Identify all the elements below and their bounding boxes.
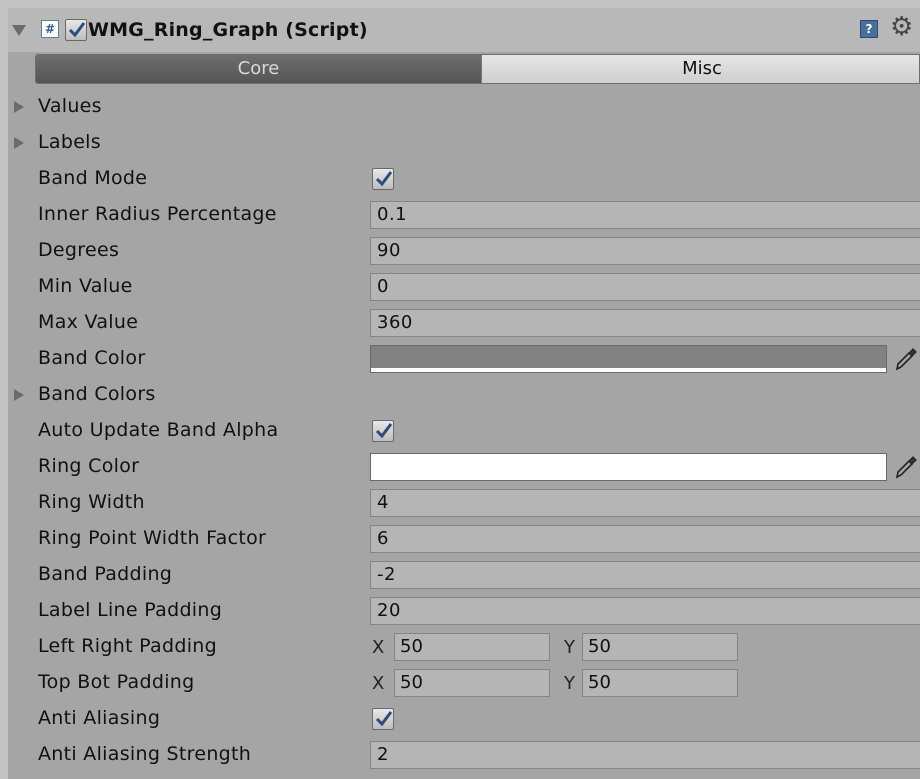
color-fill bbox=[371, 454, 886, 476]
min-value-row: Min Value 0 bbox=[8, 269, 920, 305]
field-label: Anti Aliasing bbox=[38, 707, 161, 729]
band-mode-checkbox[interactable] bbox=[372, 168, 394, 190]
left-right-padding-x-field[interactable]: 50 bbox=[394, 633, 550, 661]
band-padding-field[interactable]: -2 bbox=[370, 561, 920, 589]
foldout-band-colors[interactable]: Band Colors bbox=[8, 377, 920, 413]
foldout-arrow-icon[interactable] bbox=[14, 137, 24, 149]
field-label: Max Value bbox=[38, 311, 139, 333]
label-line-padding-row: Label Line Padding 20 bbox=[8, 593, 920, 629]
ring-color-row: Ring Color bbox=[8, 449, 920, 485]
min-value-field[interactable]: 0 bbox=[370, 273, 920, 301]
field-label: Ring Color bbox=[38, 455, 140, 477]
foldout-labels[interactable]: Labels bbox=[8, 125, 920, 161]
label-line-padding-field[interactable]: 20 bbox=[370, 597, 920, 625]
anti-aliasing-checkbox[interactable] bbox=[372, 708, 394, 730]
degrees-row: Degrees 90 bbox=[8, 233, 920, 269]
anti-aliasing-strength-field[interactable]: 2 bbox=[370, 741, 920, 769]
x-axis-label: X bbox=[372, 637, 385, 658]
top-bot-padding-x-field[interactable]: 50 bbox=[394, 669, 550, 697]
top-bot-padding-y-field[interactable]: 50 bbox=[582, 669, 738, 697]
ring-width-field[interactable]: 4 bbox=[370, 489, 920, 517]
foldout-label: Labels bbox=[38, 131, 101, 153]
foldout-values[interactable]: Values bbox=[8, 89, 920, 125]
tab-bar: Core Misc bbox=[35, 54, 920, 84]
anti-aliasing-strength-row: Anti Aliasing Strength 2 bbox=[8, 737, 920, 773]
field-label: Inner Radius Percentage bbox=[38, 203, 277, 225]
alpha-bar bbox=[371, 368, 886, 372]
component-title: WMG_Ring_Graph (Script) bbox=[88, 19, 368, 41]
foldout-arrow-icon[interactable] bbox=[14, 389, 24, 401]
field-label: Auto Update Band Alpha bbox=[38, 419, 279, 441]
field-label: Band Color bbox=[38, 347, 146, 369]
field-label: Label Line Padding bbox=[38, 599, 223, 621]
collapse-arrow-icon[interactable] bbox=[12, 25, 26, 37]
field-label: Band Padding bbox=[38, 563, 173, 585]
tab-misc[interactable]: Misc bbox=[481, 55, 919, 83]
anti-aliasing-row: Anti Aliasing bbox=[8, 701, 920, 737]
auto-update-band-alpha-checkbox[interactable] bbox=[372, 420, 394, 442]
gear-icon[interactable]: ⚙ bbox=[890, 14, 913, 40]
foldout-label: Values bbox=[38, 95, 102, 117]
max-value-field[interactable]: 360 bbox=[370, 309, 920, 337]
degrees-field[interactable]: 90 bbox=[370, 237, 920, 265]
inspector-panel: # WMG_Ring_Graph (Script) ? ⚙ Core Misc … bbox=[8, 8, 920, 779]
field-label: Left Right Padding bbox=[38, 635, 218, 657]
tab-core[interactable]: Core bbox=[36, 55, 481, 83]
foldout-arrow-icon[interactable] bbox=[14, 101, 24, 113]
component-header: # WMG_Ring_Graph (Script) ? ⚙ bbox=[8, 8, 920, 52]
color-fill bbox=[371, 346, 886, 368]
inner-radius-field[interactable]: 0.1 bbox=[370, 201, 920, 229]
band-color-row: Band Color bbox=[8, 341, 920, 377]
field-label: Ring Width bbox=[38, 491, 145, 513]
auto-update-band-alpha-row: Auto Update Band Alpha bbox=[8, 413, 920, 449]
eyedropper-icon[interactable] bbox=[894, 346, 918, 372]
band-color-swatch[interactable] bbox=[370, 345, 887, 373]
band-mode-row: Band Mode bbox=[8, 161, 920, 197]
component-enabled-checkbox[interactable] bbox=[65, 19, 87, 41]
left-right-padding-y-field[interactable]: 50 bbox=[582, 633, 738, 661]
field-label: Min Value bbox=[38, 275, 133, 297]
foldout-label: Band Colors bbox=[38, 383, 156, 405]
top-bot-padding-row: Top Bot Padding X 50 Y 50 bbox=[8, 665, 920, 701]
band-padding-row: Band Padding -2 bbox=[8, 557, 920, 593]
field-label: Band Mode bbox=[38, 167, 148, 189]
eyedropper-icon[interactable] bbox=[894, 454, 918, 480]
ring-point-width-factor-row: Ring Point Width Factor 6 bbox=[8, 521, 920, 557]
left-right-padding-row: Left Right Padding X 50 Y 50 bbox=[8, 629, 920, 665]
field-label: Anti Aliasing Strength bbox=[38, 743, 252, 765]
field-label: Degrees bbox=[38, 239, 120, 261]
script-icon: # bbox=[41, 20, 59, 38]
max-value-row: Max Value 360 bbox=[8, 305, 920, 341]
alpha-bar bbox=[371, 476, 886, 480]
inner-radius-row: Inner Radius Percentage 0.1 bbox=[8, 197, 920, 233]
field-label: Ring Point Width Factor bbox=[38, 527, 267, 549]
ring-width-row: Ring Width 4 bbox=[8, 485, 920, 521]
y-axis-label: Y bbox=[564, 637, 575, 658]
ring-point-width-factor-field[interactable]: 6 bbox=[370, 525, 920, 553]
x-axis-label: X bbox=[372, 673, 385, 694]
y-axis-label: Y bbox=[564, 673, 575, 694]
help-icon[interactable]: ? bbox=[860, 20, 878, 38]
field-label: Top Bot Padding bbox=[38, 671, 195, 693]
ring-color-swatch[interactable] bbox=[370, 453, 887, 481]
